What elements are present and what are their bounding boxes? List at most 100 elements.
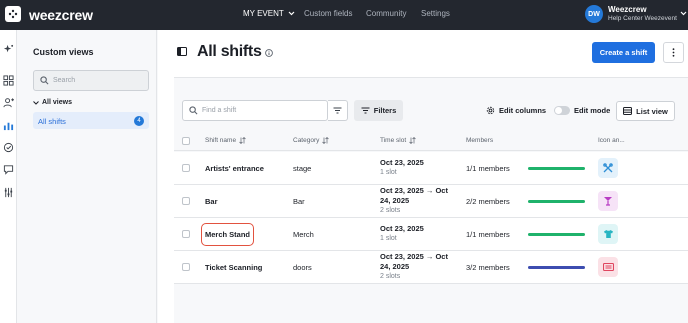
account-name[interactable]: Weezcrew bbox=[608, 5, 647, 14]
shift-name[interactable]: Bar bbox=[205, 197, 218, 206]
column-header-members[interactable]: Members bbox=[466, 137, 493, 144]
column-name-label: Shift name bbox=[205, 137, 237, 144]
chart-icon[interactable] bbox=[3, 120, 14, 131]
shifts-content: Find a shift Filters Edit columns Edit m… bbox=[174, 77, 688, 323]
chat-icon[interactable] bbox=[3, 164, 14, 175]
ticket-icon bbox=[598, 257, 618, 277]
account-subtitle: Help Center Weezevent bbox=[608, 15, 677, 22]
nav-settings[interactable]: Settings bbox=[421, 9, 450, 18]
grid-icon[interactable] bbox=[3, 75, 14, 86]
brand-logo[interactable] bbox=[5, 6, 21, 22]
sparkle-icon[interactable] bbox=[3, 44, 14, 55]
kebab-icon bbox=[672, 48, 675, 57]
tools-icon bbox=[598, 158, 618, 178]
shift-date-end: 24, 2025 bbox=[380, 196, 410, 205]
filters-label: Filters bbox=[373, 106, 397, 115]
shift-slots: 2 slots bbox=[380, 207, 401, 214]
row-checkbox[interactable] bbox=[182, 230, 190, 238]
brand-name: weezcrew bbox=[29, 7, 93, 23]
table-row[interactable]: Ticket Scanning doors Oct 23, 2025 → Oct… bbox=[174, 251, 688, 284]
find-shift-placeholder: Find a shift bbox=[202, 107, 237, 114]
shift-category: Merch bbox=[293, 230, 314, 239]
shift-name[interactable]: Artists' entrance bbox=[205, 164, 264, 173]
shift-date: Oct 23, 2025 → Oct bbox=[380, 186, 448, 195]
table-row[interactable]: Merch Stand Merch Oct 23, 2025 1 slot 1/… bbox=[174, 218, 688, 251]
members-progress-bar bbox=[528, 266, 585, 269]
info-icon[interactable] bbox=[265, 49, 273, 57]
page-title: All shifts bbox=[197, 43, 262, 60]
sidebar-search-input[interactable]: Search bbox=[33, 70, 149, 91]
select-all-checkbox[interactable] bbox=[182, 137, 190, 145]
sort-icon bbox=[409, 137, 416, 144]
filter-lines-icon bbox=[333, 107, 342, 114]
table-header: Shift name Category Time slot Members Ic… bbox=[174, 131, 688, 151]
members-progress-bar bbox=[528, 233, 585, 236]
quick-filter-button[interactable] bbox=[328, 100, 348, 121]
views-group-label[interactable]: All views bbox=[42, 99, 72, 106]
members-progress-bar bbox=[528, 200, 585, 203]
edit-columns-label: Edit columns bbox=[499, 106, 547, 115]
sidebar-search-placeholder: Search bbox=[53, 77, 76, 84]
column-header-category[interactable]: Category bbox=[293, 137, 330, 144]
filters-button[interactable]: Filters bbox=[354, 100, 403, 121]
shift-members: 2/2 members bbox=[466, 197, 510, 206]
tshirt-icon bbox=[598, 224, 618, 244]
shift-members: 3/2 members bbox=[466, 263, 510, 272]
nav-community[interactable]: Community bbox=[366, 9, 406, 18]
custom-views-sidebar: Custom views Search All views All shifts… bbox=[17, 30, 157, 323]
shift-members: 1/1 members bbox=[466, 164, 510, 173]
list-view-button[interactable]: List view bbox=[616, 101, 675, 121]
list-view-label: List view bbox=[636, 106, 668, 116]
column-header-time-slot[interactable]: Time slot bbox=[380, 137, 416, 144]
left-rail bbox=[0, 30, 17, 323]
sort-icon bbox=[239, 137, 246, 144]
avatar[interactable]: DW bbox=[585, 5, 603, 23]
sidebar-item-all-shifts[interactable]: All shifts 4 bbox=[33, 112, 149, 129]
shift-category: doors bbox=[293, 263, 312, 272]
account-chevron-icon[interactable] bbox=[680, 11, 687, 16]
sidebar-toggle-icon[interactable] bbox=[177, 47, 187, 56]
shift-category: Bar bbox=[293, 197, 305, 206]
more-options-button[interactable] bbox=[663, 42, 684, 63]
shift-name[interactable]: Ticket Scanning bbox=[205, 263, 262, 272]
chevron-down-icon bbox=[288, 11, 295, 16]
edit-columns-button[interactable]: Edit columns bbox=[486, 106, 546, 115]
members-progress-bar bbox=[528, 167, 585, 170]
shift-category: stage bbox=[293, 164, 312, 173]
nav-my-event-label: MY EVENT bbox=[243, 9, 284, 18]
shift-date: Oct 23, 2025 bbox=[380, 158, 424, 167]
logo-icon bbox=[8, 9, 18, 19]
shift-date: Oct 23, 2025 → Oct bbox=[380, 252, 448, 261]
shift-slots: 2 slots bbox=[380, 273, 401, 280]
sort-icon bbox=[322, 137, 330, 144]
sidebar-item-label: All shifts bbox=[38, 117, 66, 126]
main-panel: All shifts Create a shift Find a shift F… bbox=[158, 30, 688, 323]
edit-mode-toggle[interactable] bbox=[554, 106, 570, 115]
top-bar: weezcrew MY EVENT Custom fields Communit… bbox=[0, 0, 688, 30]
column-category-label: Category bbox=[293, 137, 320, 144]
shift-date: Oct 23, 2025 bbox=[380, 224, 424, 233]
sliders-icon[interactable] bbox=[3, 187, 14, 198]
check-circle-icon[interactable] bbox=[3, 142, 14, 153]
count-badge: 4 bbox=[134, 116, 144, 126]
nav-my-event[interactable]: MY EVENT bbox=[243, 9, 295, 18]
find-shift-input[interactable]: Find a shift bbox=[182, 100, 328, 121]
shift-name[interactable]: Merch Stand bbox=[205, 230, 250, 239]
table-row[interactable]: Bar Bar Oct 23, 2025 → Oct 24, 2025 2 sl… bbox=[174, 185, 688, 218]
row-checkbox[interactable] bbox=[182, 197, 190, 205]
shift-slots: 1 slot bbox=[380, 235, 397, 242]
group-chevron-icon[interactable] bbox=[33, 101, 39, 105]
search-icon bbox=[189, 106, 198, 115]
nav-custom-fields[interactable]: Custom fields bbox=[304, 9, 352, 18]
column-header-icon[interactable]: Icon an... bbox=[598, 137, 625, 144]
row-checkbox[interactable] bbox=[182, 263, 190, 271]
column-header-name[interactable]: Shift name bbox=[205, 137, 246, 144]
table-row[interactable]: Artists' entrance stage Oct 23, 2025 1 s… bbox=[174, 152, 688, 185]
create-shift-button[interactable]: Create a shift bbox=[592, 42, 655, 63]
edit-mode-label: Edit mode bbox=[574, 106, 611, 115]
people-icon[interactable] bbox=[3, 97, 14, 108]
gear-icon bbox=[486, 106, 495, 115]
row-checkbox[interactable] bbox=[182, 164, 190, 172]
filter-icon bbox=[361, 107, 370, 114]
list-icon bbox=[623, 107, 633, 115]
